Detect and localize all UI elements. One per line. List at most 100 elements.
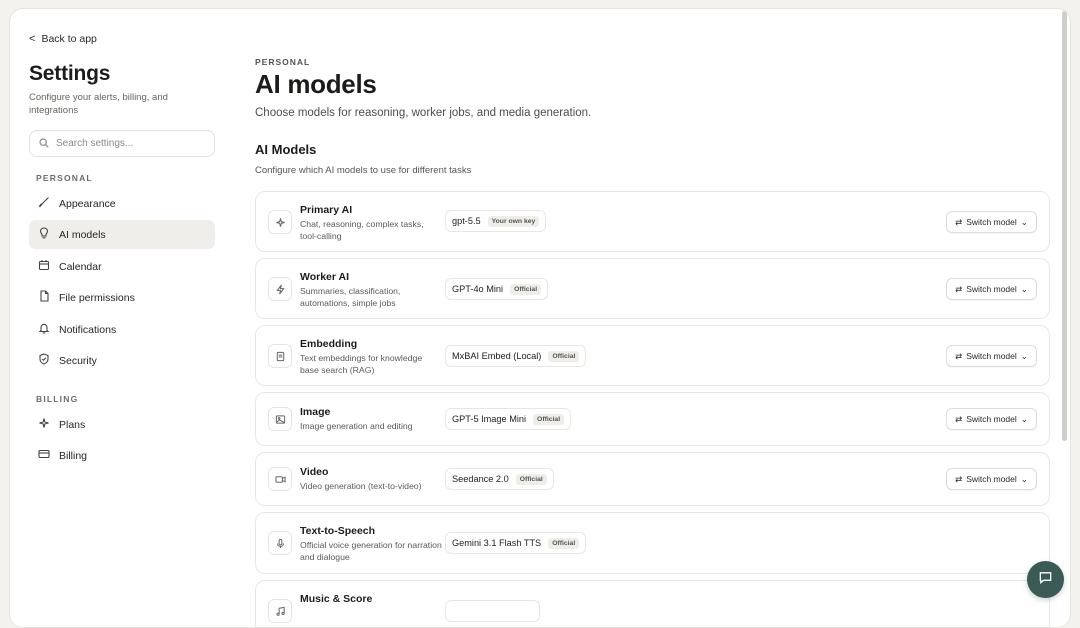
- model-badge: Your own key: [487, 215, 540, 227]
- swap-icon: ⇄: [955, 473, 963, 484]
- mic-icon: [268, 531, 292, 555]
- sidebar-item-label: Appearance: [59, 197, 116, 210]
- bolt-icon: [268, 277, 292, 301]
- card-description: Video generation (text-to-video): [300, 481, 422, 491]
- sidebar-item-label: File permissions: [59, 291, 135, 304]
- card-name: Music & Score: [300, 593, 373, 605]
- switch-model-button[interactable]: ⇄ Switch model ⌄: [946, 345, 1037, 367]
- file-icon: [38, 290, 50, 305]
- current-model: [445, 600, 540, 622]
- sidebar-item-security[interactable]: Security: [29, 346, 215, 375]
- card-name: Video: [300, 466, 329, 478]
- bell-icon: [38, 322, 50, 337]
- sidebar-item-notifications[interactable]: Notifications: [29, 315, 215, 344]
- sidebar-item-file-permissions[interactable]: File permissions: [29, 283, 215, 312]
- card-description: Image generation and editing: [300, 421, 413, 431]
- sidebar-item-label: AI models: [59, 228, 106, 241]
- model-name: Seedance 2.0: [452, 474, 509, 484]
- chat-button[interactable]: [1027, 561, 1064, 598]
- model-badge: Official: [510, 283, 542, 295]
- model-name: Gemini 3.1 Flash TTS: [452, 538, 542, 548]
- switch-label: Switch model: [966, 414, 1017, 424]
- sidebar-item-calendar[interactable]: Calendar: [29, 252, 215, 281]
- model-card-image: Image Image generation and editing GPT-5…: [255, 392, 1050, 446]
- model-card-text-to-speech: Text-to-Speech Official voice generation…: [255, 512, 1050, 574]
- card-name: Image: [300, 406, 331, 418]
- card-name: Embedding: [300, 338, 358, 350]
- search-box[interactable]: [29, 130, 215, 157]
- card-name: Text-to-Speech: [300, 525, 376, 537]
- doc-icon: [268, 344, 292, 368]
- sidebar-item-label: Billing: [59, 449, 88, 462]
- chevron-down-icon: ⌄: [1020, 350, 1028, 361]
- section-subtitle: Configure which AI models to use for dif…: [255, 165, 472, 176]
- current-model: Seedance 2.0 Official: [445, 468, 554, 490]
- switch-model-button[interactable]: ⇄ Switch model ⌄: [946, 408, 1037, 430]
- card-description: Official voice generation for narration …: [300, 540, 442, 562]
- scrollbar[interactable]: [1062, 11, 1067, 441]
- chevron-down-icon: ⌄: [1020, 413, 1028, 424]
- music-icon: [268, 599, 292, 623]
- sidebar-item-ai-models[interactable]: AI models: [29, 220, 215, 249]
- model-card-primary-ai: Primary AI Chat, reasoning, complex task…: [255, 191, 1050, 252]
- section-title: AI Models: [255, 142, 317, 157]
- card-description: Text embeddings for knowledge base searc…: [300, 353, 423, 375]
- current-model: Gemini 3.1 Flash TTS Official: [445, 532, 587, 554]
- switch-label: Switch model: [966, 284, 1017, 294]
- search-icon: [39, 135, 49, 153]
- switch-label: Switch model: [966, 474, 1017, 484]
- model-badge: Official: [515, 473, 547, 485]
- swap-icon: ⇄: [955, 283, 963, 294]
- current-model: gpt-5.5 Your own key: [445, 210, 547, 232]
- card-description: Chat, reasoning, complex tasks, tool-cal…: [300, 219, 424, 241]
- model-badge: Official: [548, 537, 580, 549]
- page-subtitle: Choose models for reasoning, worker jobs…: [255, 107, 592, 119]
- breadcrumb: PERSONAL: [255, 57, 311, 67]
- swap-icon: ⇄: [955, 216, 963, 227]
- sidebar-item-plans[interactable]: Plans: [29, 410, 215, 439]
- sparkle-icon: [268, 210, 292, 234]
- chevron-down-icon: ⌄: [1020, 473, 1028, 484]
- search-input[interactable]: [56, 138, 196, 149]
- sidebar-subtitle: Configure your alerts, billing, and inte…: [29, 92, 168, 116]
- main-content: PERSONAL AI models Choose models for rea…: [255, 9, 1055, 627]
- sidebar-item-label: Notifications: [59, 323, 117, 336]
- chat-icon: [1038, 570, 1053, 590]
- model-name: GPT-4o Mini: [452, 284, 504, 294]
- swap-icon: ⇄: [955, 350, 963, 361]
- bulb-icon: [38, 227, 50, 242]
- calendar-icon: [38, 259, 50, 274]
- sidebar: < Back to app Settings Configure your al…: [10, 9, 240, 627]
- sidebar-item-appearance[interactable]: Appearance: [29, 189, 215, 218]
- chevron-left-icon: <: [29, 33, 36, 45]
- switch-label: Switch model: [966, 351, 1017, 361]
- model-name: gpt-5.5: [452, 216, 481, 226]
- chevron-down-icon: ⌄: [1020, 216, 1028, 227]
- chevron-down-icon: ⌄: [1020, 283, 1028, 294]
- card-name: Primary AI: [300, 204, 353, 216]
- shield-icon: [38, 353, 50, 368]
- current-model: GPT-4o Mini Official: [445, 278, 549, 300]
- settings-window: < Back to app Settings Configure your al…: [9, 8, 1071, 628]
- current-model: MxBAI Embed (Local) Official: [445, 345, 587, 367]
- personal-section-label: PERSONAL: [36, 173, 93, 183]
- sidebar-item-label: Calendar: [59, 260, 102, 273]
- switch-model-button[interactable]: ⇄ Switch model ⌄: [946, 211, 1037, 233]
- billing-section-label: BILLING: [36, 394, 79, 404]
- model-card-music-score: Music & Score: [255, 580, 1050, 627]
- model-badge: Official: [533, 413, 565, 425]
- switch-model-button[interactable]: ⇄ Switch model ⌄: [946, 278, 1037, 300]
- back-label: Back to app: [41, 33, 97, 45]
- current-model: GPT-5 Image Mini Official: [445, 408, 572, 430]
- card-icon: [38, 448, 50, 463]
- image-icon: [268, 407, 292, 431]
- back-to-app-link[interactable]: < Back to app: [29, 33, 97, 45]
- switch-label: Switch model: [966, 217, 1017, 227]
- sidebar-item-label: Plans: [59, 418, 86, 431]
- sparkle-icon: [38, 417, 50, 432]
- switch-model-button[interactable]: ⇄ Switch model ⌄: [946, 468, 1037, 490]
- model-card-video: Video Video generation (text-to-video) S…: [255, 452, 1050, 506]
- sidebar-item-billing[interactable]: Billing: [29, 441, 215, 470]
- brush-icon: [38, 196, 50, 211]
- video-icon: [268, 467, 292, 491]
